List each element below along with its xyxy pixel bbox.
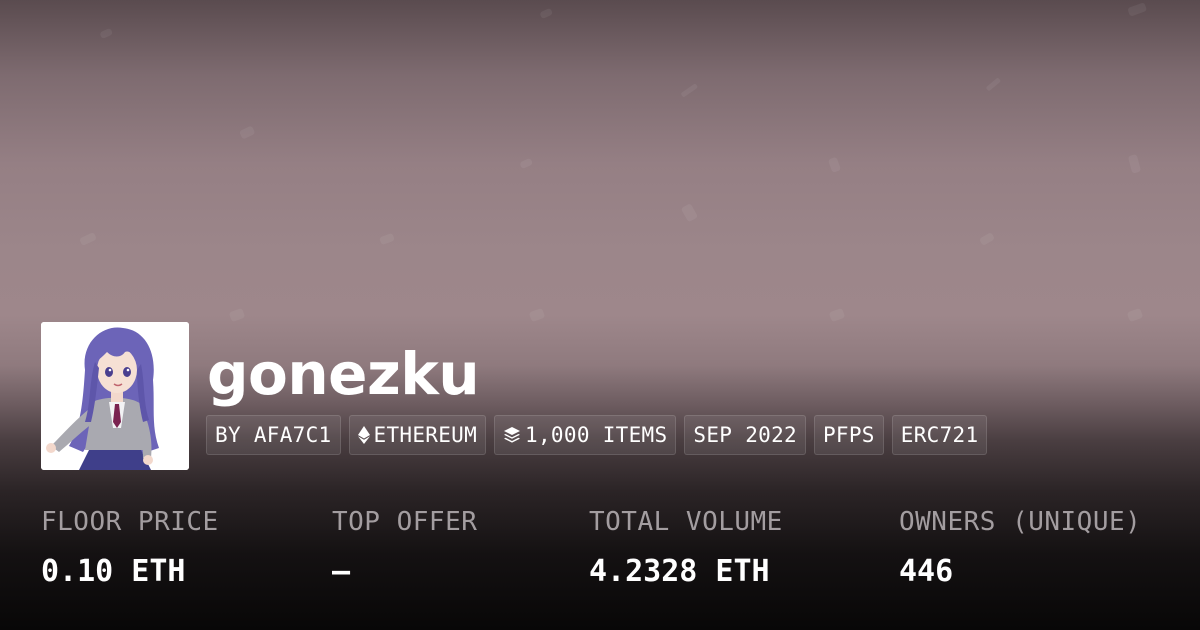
owners-label: OWNERS (UNIQUE) bbox=[899, 507, 1142, 537]
layers-icon bbox=[503, 426, 521, 444]
floor-price-label: FLOOR PRICE bbox=[41, 507, 219, 537]
creator-tag[interactable]: BY AFA7C1 bbox=[206, 415, 341, 455]
total-volume-value: 4.2328 ETH bbox=[589, 554, 770, 589]
token-standard-tag: ERC721 bbox=[891, 415, 988, 455]
banner-image bbox=[80, 3, 1147, 322]
chain-label: ETHEREUM bbox=[373, 423, 478, 447]
stat-total-volume: TOTAL VOLUME 4.2328 ETH bbox=[589, 505, 783, 589]
top-offer-value: — bbox=[332, 554, 351, 589]
top-offer-label: TOP OFFER bbox=[332, 507, 478, 537]
ethereum-icon bbox=[357, 426, 370, 444]
category-tag[interactable]: PFPS bbox=[813, 415, 884, 455]
category-label: PFPS bbox=[822, 423, 875, 447]
total-volume-label: TOTAL VOLUME bbox=[589, 507, 783, 537]
floor-price-value: 0.10 ETH bbox=[41, 554, 186, 589]
collection-title: gonezku bbox=[207, 340, 480, 408]
stat-top-offer: TOP OFFER — bbox=[332, 505, 477, 589]
items-label: 1,000 ITEMS bbox=[525, 423, 668, 447]
items-tag[interactable]: 1,000 ITEMS bbox=[494, 415, 677, 455]
anime-girl-illustration bbox=[41, 322, 189, 470]
collection-card: gonezku BY AFA7C1 ETHEREUM 1,000 ITEMS S… bbox=[0, 0, 1200, 630]
collection-avatar[interactable] bbox=[41, 322, 189, 470]
stat-floor-price: FLOOR PRICE 0.10 ETH bbox=[41, 505, 219, 589]
created-date-label: SEP 2022 bbox=[693, 423, 797, 447]
owners-value: 446 bbox=[899, 554, 954, 589]
collection-tags: BY AFA7C1 ETHEREUM 1,000 ITEMS SEP 2022 … bbox=[206, 415, 988, 455]
creator-label: BY AFA7C1 bbox=[215, 423, 332, 447]
stat-owners: OWNERS (UNIQUE) 446 bbox=[899, 505, 1141, 589]
chain-tag[interactable]: ETHEREUM bbox=[348, 415, 487, 455]
created-date-tag: SEP 2022 bbox=[684, 415, 806, 455]
token-standard-label: ERC721 bbox=[900, 423, 979, 447]
